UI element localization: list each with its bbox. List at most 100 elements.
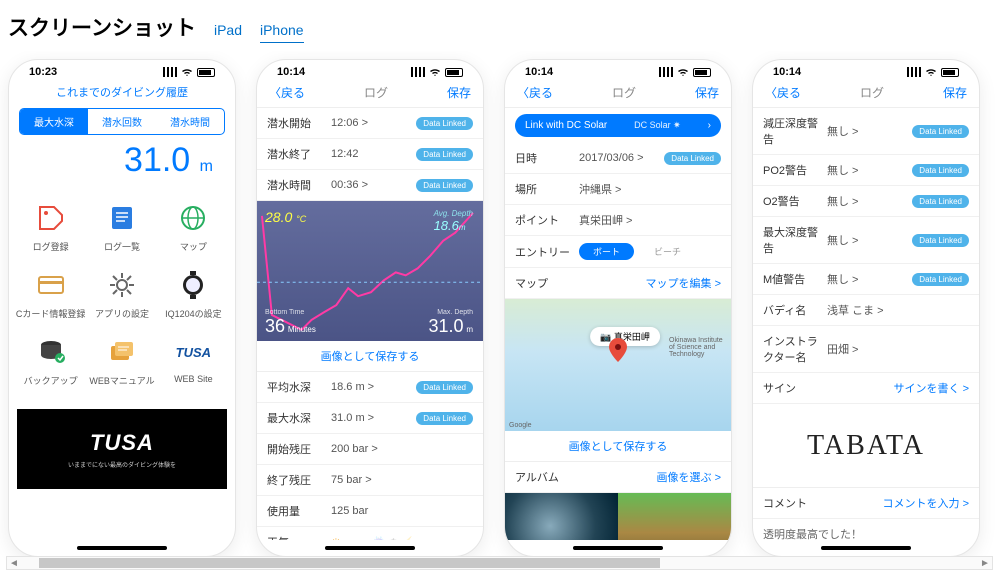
tab-ipad[interactable]: iPad [214, 22, 242, 43]
save-button[interactable]: 保存 [695, 84, 719, 101]
grid-map[interactable]: マップ [158, 194, 229, 261]
entry-segment[interactable]: ボート ビーチ [579, 243, 695, 260]
data-linked-badge: Data Linked [416, 117, 473, 130]
entry-beach[interactable]: ビーチ [640, 243, 695, 260]
nav-title: ログ [860, 84, 884, 101]
grid-website[interactable]: TUSAWEB Site [158, 328, 229, 395]
data-linked-badge: Data Linked [912, 195, 969, 208]
data-row[interactable]: 日時2017/03/06 >Data Linked [505, 143, 731, 174]
home-indicator [573, 546, 663, 550]
tusa-banner: TUSA いままでにない最高のダイビング体験を [17, 409, 227, 489]
seg-dive-time[interactable]: 潜水時間 [156, 109, 224, 134]
data-linked-badge: Data Linked [416, 179, 473, 192]
grid-manual[interactable]: WEBマニュアル [86, 328, 157, 395]
comment-text: 透明度最高でした！ [753, 519, 979, 540]
data-row[interactable]: 最大水深31.0 m >Data Linked [257, 403, 483, 434]
data-linked-badge: Data Linked [912, 164, 969, 177]
status-bar: 10:14 [257, 60, 483, 80]
data-row[interactable]: M値警告無し >Data Linked [753, 264, 979, 295]
big-stat: 31.0 m [9, 139, 235, 186]
save-button[interactable]: 保存 [943, 84, 967, 101]
screenshots-gallery[interactable]: 10:23 これまでのダイビング履歴 最大水深 潜水回数 潜水時間 31.0 m… [0, 51, 999, 565]
thumb-2[interactable] [618, 493, 731, 540]
data-row[interactable]: 終了残圧75 bar > [257, 465, 483, 496]
data-row[interactable]: 天気☀ ☁ ☁ ☔ ❄ ⚡ [257, 527, 483, 540]
chart-avgdepth: Avg. Depth18.6m [434, 209, 473, 233]
album-row: アルバム画像を選ぶ > [505, 462, 731, 493]
data-linked-badge: Data Linked [912, 234, 969, 247]
wifi-icon [677, 67, 689, 77]
back-button[interactable]: 〈戻る [517, 84, 553, 101]
stat-segment[interactable]: 最大水深 潜水回数 潜水時間 [19, 108, 225, 135]
signal-icon [163, 67, 177, 77]
screenshot-3[interactable]: 10:14 〈戻る ログ 保存 Link with DC SolarDC Solar… [504, 59, 732, 557]
back-button[interactable]: 〈戻る [765, 84, 801, 101]
depth-chart: 28.0 °C Avg. Depth18.6m Bottom Time36 Mi… [257, 201, 483, 341]
grid-ccard[interactable]: Cカード情報登録 [15, 261, 86, 328]
data-row[interactable]: PO2警告無し >Data Linked [753, 155, 979, 186]
history-label: これまでのダイビング履歴 [9, 80, 235, 104]
data-row[interactable]: 潜水開始12:06 >Data Linked [257, 108, 483, 139]
data-row[interactable]: O2警告無し >Data Linked [753, 186, 979, 217]
enter-comment-link[interactable]: コメントを入力 > [827, 495, 969, 511]
battery-icon [693, 68, 711, 77]
album-thumbnails[interactable] [505, 493, 731, 540]
data-row[interactable]: バディ名浅草 こま > [753, 295, 979, 326]
save-map-image-link[interactable]: 画像として保存する [505, 431, 731, 462]
data-row[interactable]: インストラクター名田畑 > [753, 326, 979, 373]
data-row[interactable]: 最大深度警告無し >Data Linked [753, 217, 979, 264]
seg-dive-count[interactable]: 潜水回数 [88, 109, 156, 134]
save-button[interactable]: 保存 [447, 84, 471, 101]
map-view[interactable]: 📷 真栄田岬 Okinawa Institute of Science and … [505, 299, 731, 431]
section-title: スクリーンショット [8, 12, 196, 42]
data-row[interactable]: 減圧深度警告無し >Data Linked [753, 108, 979, 155]
data-row[interactable]: 平均水深18.6 m >Data Linked [257, 372, 483, 403]
nav-title: ログ [612, 84, 636, 101]
scroll-left-icon[interactable]: ◄ [7, 558, 21, 569]
data-linked-badge: Data Linked [416, 412, 473, 425]
screenshot-1[interactable]: 10:23 これまでのダイビング履歴 最大水深 潜水回数 潜水時間 31.0 m… [8, 59, 236, 557]
tab-iphone[interactable]: iPhone [260, 22, 304, 43]
save-image-link[interactable]: 画像として保存する [257, 341, 483, 372]
clock: 10:14 [277, 66, 305, 78]
status-bar: 10:14 [505, 60, 731, 80]
seg-max-depth[interactable]: 最大水深 [20, 109, 88, 134]
data-linked-badge: Data Linked [416, 148, 473, 161]
data-row[interactable]: 潜水時間00:36 >Data Linked [257, 170, 483, 201]
tusa-logo: TUSA [90, 430, 154, 456]
data-row[interactable]: 開始残圧200 bar > [257, 434, 483, 465]
data-row[interactable]: 潜水終了12:42Data Linked [257, 139, 483, 170]
scroll-right-icon[interactable]: ► [978, 558, 992, 569]
nav-title: ログ [364, 84, 388, 101]
grid-backup[interactable]: バックアップ [15, 328, 86, 395]
clock: 10:14 [525, 66, 553, 78]
home-grid: ログ登録 ログ一覧 マップ Cカード情報登録 アプリの設定 IQ1204の設定 … [9, 186, 235, 403]
sign-row: サインサインを書く > [753, 373, 979, 404]
back-button[interactable]: 〈戻る [269, 84, 305, 101]
edit-map-link[interactable]: マップを編集 > [579, 275, 721, 291]
data-row[interactable]: ポイント真栄田岬 > [505, 205, 731, 236]
data-row[interactable]: 使用量125 bar [257, 496, 483, 527]
chart-max-depth: Max. Depth31.0 m [429, 309, 474, 337]
screenshot-2[interactable]: 10:14 〈戻る ログ 保存 潜水開始12:06 >Data Linked潜水終了… [256, 59, 484, 557]
clock: 10:14 [773, 66, 801, 78]
grid-log-list[interactable]: ログ一覧 [86, 194, 157, 261]
entry-boat[interactable]: ボート [579, 243, 634, 260]
device-tabs: iPad iPhone [214, 22, 304, 43]
thumb-1[interactable] [505, 493, 618, 540]
data-row[interactable]: 場所沖縄県 > [505, 174, 731, 205]
status-bar: 10:23 [9, 60, 235, 80]
screenshot-4[interactable]: 10:14 〈戻る ログ 保存 減圧深度警告無し >Data LinkedPO2警告… [752, 59, 980, 557]
home-indicator [77, 546, 167, 550]
chart-bottom-time: Bottom Time36 Minutes [265, 309, 316, 337]
wifi-icon [181, 67, 193, 77]
grid-log-add[interactable]: ログ登録 [15, 194, 86, 261]
pick-image-link[interactable]: 画像を選ぶ > [579, 469, 721, 485]
grid-settings[interactable]: アプリの設定 [86, 261, 157, 328]
write-sign-link[interactable]: サインを書く > [827, 380, 969, 396]
data-linked-badge: Data Linked [664, 152, 721, 165]
grid-iq1204[interactable]: IQ1204の設定 [158, 261, 229, 328]
horizontal-scrollbar[interactable]: ◄ ► [6, 556, 993, 570]
link-dc-solar-button[interactable]: Link with DC SolarDC Solar ✷› [515, 114, 721, 137]
scrollbar-thumb[interactable] [39, 558, 660, 568]
